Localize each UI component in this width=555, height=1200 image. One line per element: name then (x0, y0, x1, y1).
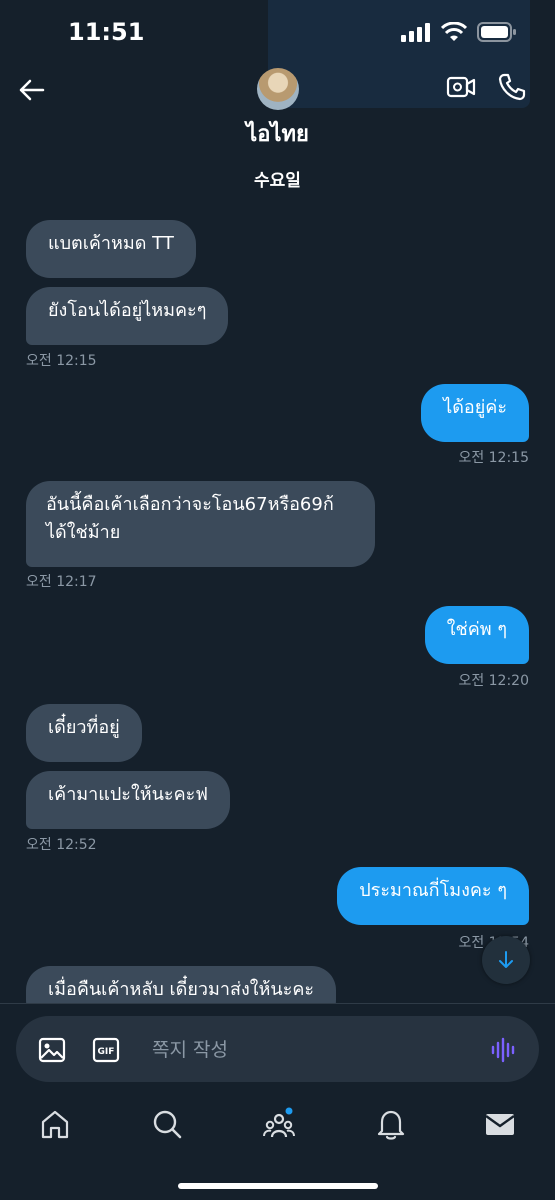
message-timestamp: 오전 12:52 (26, 837, 97, 853)
message-bubble-outgoing[interactable]: ได้อยู่ค่ะ (421, 384, 529, 442)
message-bubble-incoming[interactable]: เค้ามาแปะให้นะคะฟ (26, 771, 231, 829)
cellular-signal-icon (401, 23, 430, 42)
avatar[interactable] (257, 68, 299, 110)
bell-icon (377, 1110, 405, 1140)
message-line: อันนี้คือเค้าเลือกว่าจะโอน67หรือ69ก้ (46, 494, 334, 515)
message-timestamp: 오전 12:15 (26, 353, 97, 369)
status-bar: 11:51 (0, 0, 555, 62)
message-input[interactable] (150, 1034, 474, 1066)
phone-icon (498, 73, 526, 101)
status-time: 11:51 (68, 18, 145, 46)
status-icons (401, 22, 517, 42)
add-gif-button[interactable]: GIF (92, 1036, 120, 1064)
message-line: ได้ใช่ม้าย (46, 522, 121, 543)
back-button[interactable] (14, 72, 50, 108)
message-bubble-outgoing[interactable]: ประมาณกี่โมงคะ ๆ (337, 867, 529, 925)
communities-icon (263, 1107, 295, 1138)
gif-icon: GIF (92, 1037, 120, 1063)
tab-messages[interactable] (483, 1107, 517, 1141)
search-icon (153, 1110, 182, 1139)
message-bubble-incoming[interactable]: ยังโอนได้อยู่ไหมคะๆ (26, 287, 229, 345)
video-call-button[interactable] (446, 74, 478, 104)
mail-icon (485, 1114, 515, 1135)
tab-communities[interactable] (262, 1107, 296, 1141)
composer-area: GIF (0, 1003, 555, 1098)
conversation-header: ไอไทย (0, 62, 555, 162)
wifi-icon (441, 22, 467, 41)
message-bubble-incoming[interactable]: เดี๋ยวที่อยู่ (26, 704, 142, 762)
arrow-down-icon (499, 951, 513, 968)
svg-text:GIF: GIF (98, 1047, 115, 1057)
message-bubble-incoming[interactable]: แบตเค้าหมด TT (26, 220, 196, 278)
tab-search[interactable] (150, 1107, 184, 1141)
voice-waveform-icon (491, 1037, 515, 1063)
add-image-button[interactable] (38, 1036, 66, 1064)
image-icon (38, 1037, 66, 1063)
message-timestamp: 오전 12:20 (458, 673, 529, 689)
contact-name[interactable]: ไอไทย (0, 116, 555, 151)
message-bubble-incoming[interactable]: อันนี้คือเค้าเลือกว่าจะโอน67หรือ69ก้ ได้… (26, 481, 375, 567)
message-timestamp: 오전 12:15 (458, 450, 529, 466)
video-camera-icon (446, 76, 476, 98)
battery-icon (477, 22, 516, 42)
tab-notifications[interactable] (374, 1107, 408, 1141)
day-divider: 수요일 (254, 171, 301, 191)
voice-message-button[interactable] (490, 1036, 518, 1064)
message-composer: GIF (16, 1016, 539, 1082)
home-icon (41, 1110, 69, 1139)
scroll-to-bottom-button[interactable] (482, 936, 530, 984)
arrow-left-icon (19, 79, 45, 101)
home-indicator (178, 1183, 378, 1189)
voice-call-button[interactable] (497, 72, 529, 104)
message-bubble-outgoing[interactable]: ใช่ค่พ ๆ (424, 606, 529, 664)
message-timestamp: 오전 12:17 (26, 574, 97, 590)
tab-home[interactable] (38, 1107, 72, 1141)
